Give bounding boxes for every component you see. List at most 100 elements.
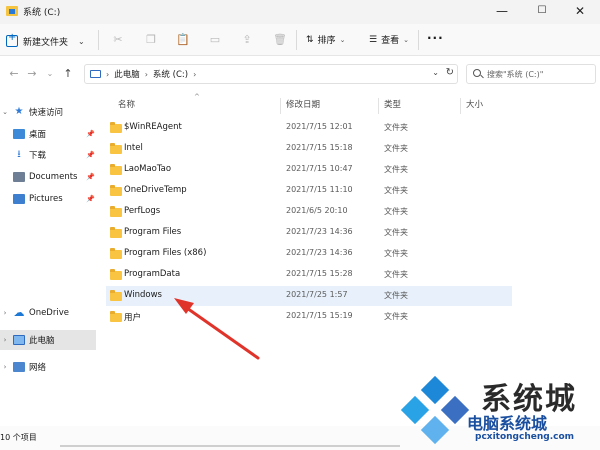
watermark-url: pcxitongcheng.com	[475, 432, 575, 442]
address-field[interactable]: › 此电脑 › 系统 (C:) › ⌄ ↻	[84, 64, 458, 84]
address-dropdown-button[interactable]: ⌄	[432, 68, 439, 77]
file-row[interactable]: 用户 2021/7/15 15:19 文件夹	[106, 307, 512, 327]
rename-icon[interactable]: ▭	[208, 33, 222, 47]
file-row[interactable]: Program Files (x86) 2021/7/23 14:36 文件夹	[106, 244, 512, 264]
refresh-button[interactable]: ↻	[446, 67, 454, 78]
new-folder-icon	[6, 32, 18, 47]
file-type: 文件夹	[384, 123, 408, 132]
sidebar-item-onedrive[interactable]: › ☁ OneDrive	[0, 303, 96, 323]
more-options-button[interactable]: ···	[427, 31, 444, 45]
chevron-down-icon: ⌄	[403, 35, 409, 44]
file-row[interactable]: $WinREAgent 2021/7/15 12:01 文件夹	[106, 118, 512, 138]
sidebar-item-pictures[interactable]: Pictures 📌	[0, 189, 96, 209]
navigation-pane: ⌄ ★ 快速访问 桌面 📌 ⭳ 下载 📌 Documents 📌 Picture…	[0, 92, 98, 426]
column-header-name[interactable]: 名称	[114, 98, 280, 114]
file-date: 2021/7/15 15:28	[286, 269, 353, 278]
column-divider[interactable]	[460, 98, 461, 114]
sidebar-item-desktop[interactable]: 桌面 📌	[0, 124, 96, 144]
file-name: Program Files (x86)	[124, 248, 207, 258]
column-divider[interactable]	[280, 98, 281, 114]
column-header-date[interactable]: 修改日期	[282, 98, 378, 114]
sidebar-item-label: Documents	[29, 172, 78, 182]
site-watermark: 系统城 电脑系统城 pcxitongcheng.com	[400, 370, 600, 450]
network-icon	[13, 362, 25, 372]
chevron-right-icon[interactable]: ›	[0, 309, 10, 317]
up-button[interactable]: ↑	[60, 67, 76, 80]
file-name: ProgramData	[124, 269, 181, 279]
search-field[interactable]	[466, 64, 596, 84]
sidebar-item-label: 此电脑	[29, 336, 55, 346]
sort-icon: ⇅	[306, 34, 314, 45]
file-type: 文件夹	[384, 291, 408, 300]
paste-icon[interactable]: 📋	[176, 33, 190, 47]
sort-button[interactable]: ⇅ 排序 ⌄	[306, 33, 346, 47]
file-name: Program Files	[124, 227, 182, 237]
copy-icon[interactable]: ❐	[144, 33, 158, 47]
watermark-logo	[400, 375, 470, 445]
file-row[interactable]: OneDriveTemp 2021/7/15 11:10 文件夹	[106, 181, 512, 201]
breadcrumb-drive-c[interactable]: 系统 (C:)	[153, 68, 188, 80]
file-row-selected[interactable]: Windows 2021/7/25 1:57 文件夹	[106, 286, 512, 306]
breadcrumb-separator: ›	[193, 69, 197, 79]
file-row[interactable]: Program Files 2021/7/23 14:36 文件夹	[106, 223, 512, 243]
computer-icon	[13, 335, 25, 345]
sidebar-item-label: 网络	[29, 363, 47, 373]
delete-icon[interactable]: 🗑	[273, 33, 287, 47]
folder-icon	[110, 206, 122, 217]
share-icon[interactable]: ⇪	[240, 33, 254, 47]
folder-icon	[110, 122, 122, 133]
file-date: 2021/6/5 20:10	[286, 206, 348, 215]
chevron-right-icon[interactable]: ›	[0, 336, 10, 344]
file-row[interactable]: PerfLogs 2021/6/5 20:10 文件夹	[106, 202, 512, 222]
column-divider[interactable]	[378, 98, 379, 114]
this-pc-icon	[90, 70, 101, 78]
file-type: 文件夹	[384, 186, 408, 195]
command-bar: 新建文件夹 ⌄ ✂ ❐ 📋 ▭ ⇪ 🗑 ⇅ 排序 ⌄ ☰ 查看 ⌄ ···	[0, 24, 600, 56]
file-type: 文件夹	[384, 270, 408, 279]
window-title: 系统 (C:)	[23, 8, 61, 18]
new-folder-button[interactable]: 新建文件夹 ⌄	[6, 32, 85, 50]
file-date: 2021/7/23 14:36	[286, 227, 353, 236]
file-name: Windows	[124, 290, 162, 300]
chevron-right-icon[interactable]: ›	[0, 363, 10, 371]
search-icon	[473, 69, 481, 77]
file-type: 文件夹	[384, 144, 408, 153]
folder-icon	[110, 227, 122, 238]
file-row[interactable]: Intel 2021/7/15 15:18 文件夹	[106, 139, 512, 159]
breadcrumb-this-pc[interactable]: 此电脑	[114, 68, 140, 80]
view-label: 查看	[381, 36, 400, 46]
scissors-icon[interactable]: ✂	[111, 33, 125, 47]
cloud-icon: ☁	[13, 306, 25, 319]
sidebar-item-downloads[interactable]: ⭳ 下载 📌	[0, 145, 96, 165]
folder-icon	[110, 290, 122, 301]
breadcrumb-separator: ›	[144, 69, 148, 79]
sidebar-item-quick-access[interactable]: ⌄ ★ 快速访问	[0, 102, 96, 122]
column-header-size[interactable]: 大小	[462, 98, 522, 114]
toolbar-divider	[296, 30, 297, 50]
file-date: 2021/7/15 11:10	[286, 185, 353, 194]
search-input[interactable]	[487, 67, 591, 81]
sidebar-item-this-pc[interactable]: › 此电脑	[0, 330, 96, 350]
recent-locations-button[interactable]: ⌄	[42, 69, 58, 78]
drive-icon	[6, 6, 18, 16]
sidebar-item-label: 下载	[29, 151, 47, 161]
sidebar-item-label: 桌面	[29, 130, 47, 140]
sidebar-item-documents[interactable]: Documents 📌	[0, 167, 96, 187]
item-count: 10 个项目	[0, 433, 37, 442]
file-date: 2021/7/23 14:36	[286, 248, 353, 257]
file-row[interactable]: LaoMaoTao 2021/7/15 10:47 文件夹	[106, 160, 512, 180]
pin-icon: 📌	[86, 173, 95, 181]
column-header-type[interactable]: 类型	[380, 98, 460, 114]
view-button[interactable]: ☰ 查看 ⌄	[369, 33, 409, 47]
file-row[interactable]: ProgramData 2021/7/15 15:28 文件夹	[106, 265, 512, 285]
forward-button[interactable]: →	[24, 67, 40, 80]
minimize-button[interactable]: —	[480, 0, 524, 24]
back-button[interactable]: ←	[6, 67, 22, 80]
sidebar-item-network[interactable]: › 网络	[0, 357, 96, 377]
new-folder-label: 新建文件夹	[23, 37, 69, 48]
file-type: 文件夹	[384, 165, 408, 174]
chevron-down-icon[interactable]: ⌄	[0, 108, 10, 116]
close-button[interactable]: ✕	[558, 0, 600, 24]
file-type: 文件夹	[384, 207, 408, 216]
chevron-down-icon: ⌄	[339, 35, 346, 44]
